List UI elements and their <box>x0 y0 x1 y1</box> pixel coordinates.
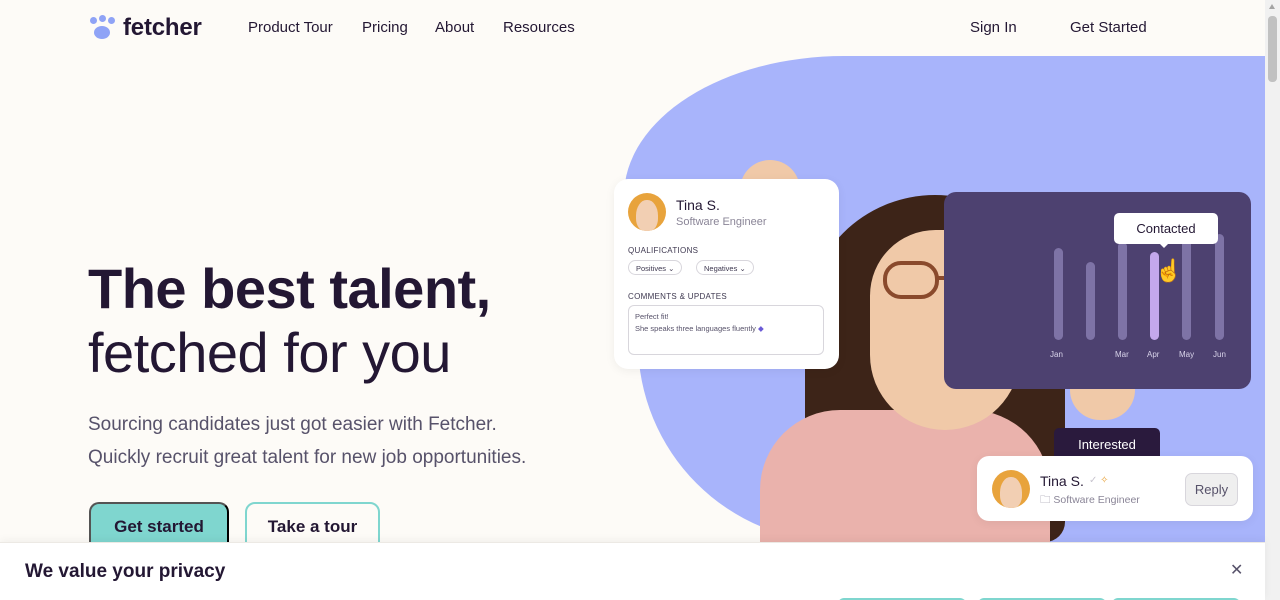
contacted-tooltip: Contacted <box>1114 213 1218 244</box>
positives-chip[interactable]: Positives ⌄ <box>628 260 683 275</box>
gem-icon: ◆ <box>758 324 764 333</box>
hero-subtitle-line1: Sourcing candidates just got easier with… <box>88 414 497 435</box>
page-scrollbar[interactable] <box>1265 0 1280 600</box>
logo[interactable]: fetcher <box>88 14 202 42</box>
reply-role-text: Software Engineer <box>1053 494 1140 506</box>
chevron-down-icon: ⌄ <box>739 264 746 273</box>
comment-line1: Perfect fit! <box>635 312 669 321</box>
folder-icon: 🗀 <box>1040 494 1051 506</box>
scroll-thumb[interactable] <box>1268 16 1277 82</box>
chart-bar-feb <box>1086 262 1095 340</box>
sparkle-icon: ✓ ✧ <box>1089 475 1109 486</box>
avatar <box>628 193 666 231</box>
qualifications-label: QUALIFICATIONS <box>628 246 699 255</box>
comment-line2: She speaks three languages fluently <box>635 324 756 333</box>
nav-product-tour[interactable]: Product Tour <box>248 19 333 36</box>
candidate-profile-card: Tina S. Software Engineer QUALIFICATIONS… <box>614 179 839 369</box>
reply-candidate-role: 🗀 Software Engineer <box>1040 492 1140 510</box>
site-header: fetcher Product Tour Pricing About Resou… <box>0 0 1265 56</box>
hero-title-line2: fetched for you <box>88 321 451 384</box>
candidate-reply-card: Tina S. ✓ ✧ 🗀 Software Engineer Reply <box>977 456 1253 521</box>
chart-label-jan: Jan <box>1050 350 1063 359</box>
scroll-up-arrow-icon[interactable] <box>1269 4 1275 9</box>
privacy-title: We value your privacy <box>25 561 226 582</box>
chart-bar-jan <box>1054 248 1063 340</box>
hero-title-line1: The best talent, <box>88 257 491 320</box>
chart-bar-may <box>1182 238 1191 340</box>
avatar <box>992 470 1030 508</box>
chart-label-may: May <box>1179 350 1195 359</box>
nav-about[interactable]: About <box>435 19 474 36</box>
negatives-chip-label: Negatives <box>704 264 738 273</box>
positives-chip-label: Positives <box>636 264 667 273</box>
candidate-role: Software Engineer <box>676 216 767 228</box>
reply-candidate-name: Tina S. <box>1040 473 1084 489</box>
reply-button[interactable]: Reply <box>1185 473 1238 506</box>
nav-resources[interactable]: Resources <box>503 19 575 36</box>
comment-box[interactable]: Perfect fit! She speaks three languages … <box>628 305 824 355</box>
negatives-chip[interactable]: Negatives ⌄ <box>696 260 754 275</box>
chart-label-mar: Mar <box>1115 350 1129 359</box>
nav-pricing[interactable]: Pricing <box>362 19 408 36</box>
chart-label-jun: Jun <box>1213 350 1226 359</box>
hero-subtitle: Sourcing candidates just got easier with… <box>88 408 608 474</box>
get-started-link[interactable]: Get Started <box>1070 19 1147 36</box>
sign-in-link[interactable]: Sign In <box>970 19 1017 36</box>
privacy-banner: We value your privacy ✕ <box>0 542 1265 600</box>
logo-text: fetcher <box>123 14 202 41</box>
chart-bar-mar <box>1118 242 1127 340</box>
pointer-hand-icon: ☝ <box>1155 258 1183 283</box>
chart-bar-jun <box>1215 234 1224 340</box>
comments-label: COMMENTS & UPDATES <box>628 292 728 301</box>
candidate-name: Tina S. <box>676 197 720 213</box>
contacted-tooltip-arrow <box>1159 243 1169 248</box>
chevron-down-icon: ⌄ <box>668 264 675 273</box>
chart-label-apr: Apr <box>1147 350 1160 359</box>
hero-subtitle-line2: Quickly recruit great talent for new job… <box>88 447 527 468</box>
paw-icon <box>88 15 116 41</box>
close-icon[interactable]: ✕ <box>1230 560 1243 580</box>
